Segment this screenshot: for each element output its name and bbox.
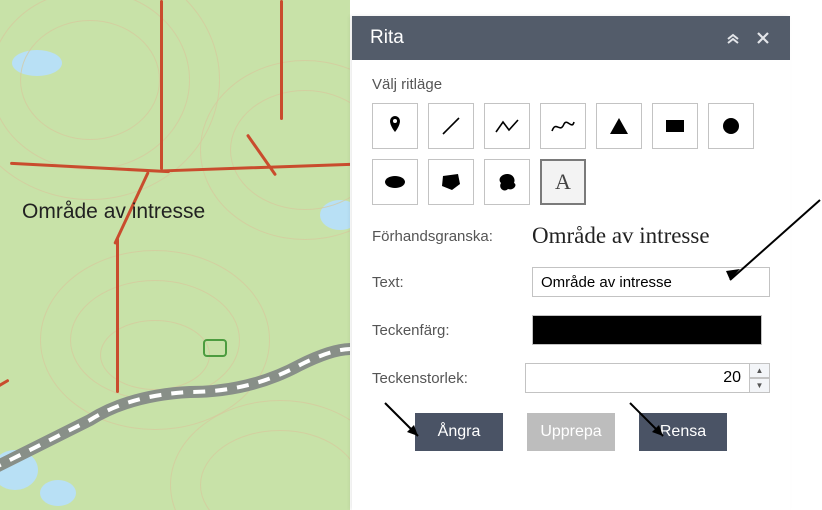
text-input[interactable] [532,267,770,297]
mode-label: Välj ritläge [372,76,770,93]
tool-polygon[interactable] [428,159,474,205]
size-down[interactable]: ▼ [750,378,770,393]
preview-label: Förhandsgranska: [372,228,532,245]
map-area[interactable]: Område av intresse [0,0,350,510]
tool-rectangle[interactable] [652,103,698,149]
tool-triangle[interactable] [596,103,642,149]
panel-header: Rita [352,16,790,60]
size-label: Teckenstorlek: [372,370,525,387]
close-icon[interactable] [748,23,778,53]
tool-ellipse[interactable] [372,159,418,205]
tool-freehand-line[interactable] [540,103,586,149]
tool-grid: A [372,103,770,205]
tool-circle[interactable] [708,103,754,149]
collapse-icon[interactable] [718,23,748,53]
size-up[interactable]: ▲ [750,363,770,378]
draw-panel: Rita Välj ritläge [352,16,790,510]
size-spinner: ▲ ▼ [750,363,770,393]
tool-marker[interactable] [372,103,418,149]
tool-freehand-polygon[interactable] [484,159,530,205]
tool-line[interactable] [428,103,474,149]
map-annotation-text: Område av intresse [22,200,205,224]
preview-text: Område av intresse [532,223,710,249]
panel-title: Rita [370,27,404,49]
text-label: Text: [372,274,532,291]
undo-button[interactable]: Ångra [415,413,503,451]
size-input[interactable] [525,363,750,393]
clear-button[interactable]: Rensa [639,413,727,451]
redo-button: Upprepa [527,413,615,451]
color-swatch[interactable] [532,315,762,345]
tool-polyline[interactable] [484,103,530,149]
tool-text[interactable]: A [540,159,586,205]
color-label: Teckenfärg: [372,322,532,339]
